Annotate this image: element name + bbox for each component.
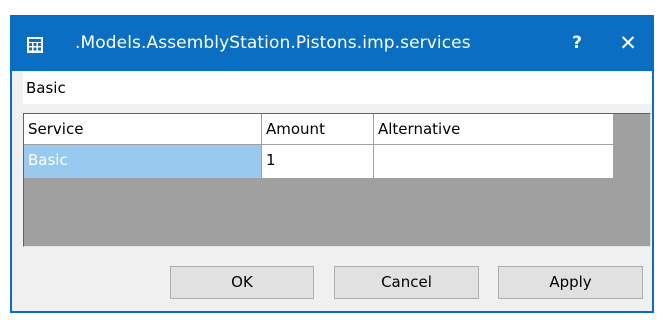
table-grid-icon (27, 37, 43, 53)
cancel-button[interactable]: Cancel (334, 266, 479, 299)
cell-alternative[interactable] (374, 145, 614, 179)
services-dialog: .Models.AssemblyStation.Pistons.imp.serv… (10, 15, 654, 313)
cell-amount[interactable]: 1 (262, 145, 374, 179)
cell-service[interactable]: Basic (24, 145, 262, 179)
apply-button[interactable]: Apply (498, 266, 643, 299)
column-header-service[interactable]: Service (24, 114, 262, 145)
ok-button[interactable]: OK (170, 266, 314, 299)
name-field[interactable] (23, 72, 652, 104)
title-bar[interactable]: .Models.AssemblyStation.Pistons.imp.serv… (10, 15, 654, 71)
column-header-alternative[interactable]: Alternative (374, 114, 614, 145)
window-title: .Models.AssemblyStation.Pistons.imp.serv… (75, 33, 471, 53)
column-header-amount[interactable]: Amount (262, 114, 374, 145)
help-button[interactable]: ? (564, 29, 590, 57)
services-table[interactable]: Service Amount Alternative Basic 1 (23, 113, 651, 247)
dialog-body: Service Amount Alternative Basic 1 OK Ca… (12, 71, 652, 311)
close-button[interactable]: ✕ (614, 29, 642, 57)
